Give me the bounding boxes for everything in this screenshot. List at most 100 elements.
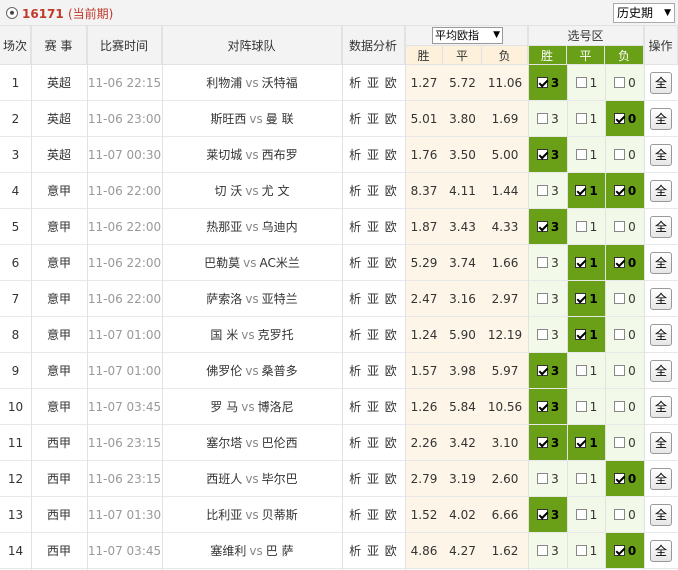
away-team[interactable]: 博洛尼 bbox=[258, 398, 294, 415]
pick-win-option[interactable]: 3 bbox=[528, 245, 567, 280]
pick-win-option[interactable]: 3 bbox=[528, 137, 567, 172]
checkbox[interactable] bbox=[575, 221, 587, 232]
checkbox[interactable] bbox=[575, 401, 587, 412]
checkbox[interactable] bbox=[575, 293, 587, 304]
analysis-links[interactable]: 析 亚 欧 bbox=[342, 533, 405, 568]
away-team[interactable]: 亚特兰 bbox=[262, 290, 298, 307]
checkbox[interactable] bbox=[575, 365, 587, 376]
home-team[interactable]: 利物浦 bbox=[206, 74, 242, 91]
pick-win-option[interactable]: 3 bbox=[528, 101, 567, 136]
select-all-button[interactable]: 全 bbox=[650, 395, 672, 418]
checkbox[interactable] bbox=[614, 401, 626, 412]
select-all-button[interactable]: 全 bbox=[650, 251, 672, 274]
analysis-links[interactable]: 析 亚 欧 bbox=[342, 137, 405, 172]
checkbox[interactable] bbox=[537, 185, 549, 196]
checkbox[interactable] bbox=[614, 293, 626, 304]
away-team[interactable]: 克罗托 bbox=[258, 326, 294, 343]
pick-win-option[interactable]: 3 bbox=[528, 389, 567, 424]
pick-draw-option[interactable]: 1 bbox=[567, 353, 605, 388]
select-all-button[interactable]: 全 bbox=[650, 503, 672, 526]
checkbox[interactable] bbox=[613, 257, 625, 268]
checkbox[interactable] bbox=[614, 365, 626, 376]
checkbox[interactable] bbox=[575, 473, 587, 484]
pick-lose-option[interactable]: 0 bbox=[605, 209, 644, 244]
away-team[interactable]: 沃特福 bbox=[262, 74, 298, 91]
checkbox[interactable] bbox=[537, 293, 549, 304]
checkbox[interactable] bbox=[537, 473, 549, 484]
select-all-button[interactable]: 全 bbox=[650, 107, 672, 130]
pick-win-option[interactable]: 3 bbox=[528, 65, 567, 100]
pick-lose-option[interactable]: 0 bbox=[605, 353, 644, 388]
home-team[interactable]: 切 沃 bbox=[214, 182, 242, 199]
checkbox[interactable] bbox=[575, 257, 587, 268]
home-team[interactable]: 萨索洛 bbox=[206, 290, 242, 307]
checkbox[interactable] bbox=[614, 149, 626, 160]
pick-draw-option[interactable]: 1 bbox=[567, 425, 605, 460]
pick-win-option[interactable]: 3 bbox=[528, 533, 567, 568]
checkbox[interactable] bbox=[614, 509, 626, 520]
checkbox[interactable] bbox=[575, 113, 587, 124]
home-team[interactable]: 国 米 bbox=[210, 326, 238, 343]
pick-win-option[interactable]: 3 bbox=[528, 173, 567, 208]
away-team[interactable]: 贝蒂斯 bbox=[262, 506, 298, 523]
away-team[interactable]: 桑普多 bbox=[262, 362, 298, 379]
checkbox[interactable] bbox=[537, 113, 549, 124]
select-all-button[interactable]: 全 bbox=[650, 323, 672, 346]
pick-draw-option[interactable]: 1 bbox=[567, 497, 605, 532]
away-team[interactable]: 巴 萨 bbox=[266, 542, 294, 559]
checkbox[interactable] bbox=[536, 401, 548, 412]
pick-win-option[interactable]: 3 bbox=[528, 353, 567, 388]
checkbox[interactable] bbox=[614, 437, 626, 448]
checkbox[interactable] bbox=[613, 473, 625, 484]
analysis-links[interactable]: 析 亚 欧 bbox=[342, 245, 405, 280]
analysis-links[interactable]: 析 亚 欧 bbox=[342, 353, 405, 388]
pick-lose-option[interactable]: 0 bbox=[605, 389, 644, 424]
checkbox[interactable] bbox=[575, 329, 587, 340]
pick-lose-option[interactable]: 0 bbox=[605, 317, 644, 352]
pick-lose-option[interactable]: 0 bbox=[605, 461, 644, 496]
pick-win-option[interactable]: 3 bbox=[528, 317, 567, 352]
select-all-button[interactable]: 全 bbox=[650, 431, 672, 454]
pick-draw-option[interactable]: 1 bbox=[567, 245, 605, 280]
checkbox[interactable] bbox=[536, 149, 548, 160]
away-team[interactable]: AC米兰 bbox=[259, 254, 299, 271]
select-all-button[interactable]: 全 bbox=[650, 467, 672, 490]
select-all-button[interactable]: 全 bbox=[650, 539, 672, 562]
checkbox[interactable] bbox=[575, 77, 587, 88]
analysis-links[interactable]: 析 亚 欧 bbox=[342, 317, 405, 352]
home-team[interactable]: 西班人 bbox=[206, 470, 242, 487]
select-all-button[interactable]: 全 bbox=[650, 71, 672, 94]
pick-lose-option[interactable]: 0 bbox=[605, 425, 644, 460]
analysis-links[interactable]: 析 亚 欧 bbox=[342, 497, 405, 532]
history-period-select[interactable]: 历史期 ▼ bbox=[613, 3, 675, 23]
checkbox[interactable] bbox=[575, 437, 587, 448]
pick-lose-option[interactable]: 0 bbox=[605, 101, 644, 136]
checkbox[interactable] bbox=[536, 509, 548, 520]
pick-lose-option[interactable]: 0 bbox=[605, 245, 644, 280]
away-team[interactable]: 乌迪内 bbox=[262, 218, 298, 235]
home-team[interactable]: 罗 马 bbox=[210, 398, 238, 415]
checkbox[interactable] bbox=[536, 77, 548, 88]
checkbox[interactable] bbox=[614, 329, 626, 340]
analysis-links[interactable]: 析 亚 欧 bbox=[342, 173, 405, 208]
checkbox[interactable] bbox=[536, 437, 548, 448]
pick-lose-option[interactable]: 0 bbox=[605, 533, 644, 568]
pick-draw-option[interactable]: 1 bbox=[567, 209, 605, 244]
analysis-links[interactable]: 析 亚 欧 bbox=[342, 461, 405, 496]
select-all-button[interactable]: 全 bbox=[650, 179, 672, 202]
home-team[interactable]: 比利亚 bbox=[206, 506, 242, 523]
pick-win-option[interactable]: 3 bbox=[528, 497, 567, 532]
away-team[interactable]: 尤 文 bbox=[262, 182, 290, 199]
checkbox[interactable] bbox=[537, 545, 549, 556]
away-team[interactable]: 西布罗 bbox=[262, 146, 298, 163]
pick-draw-option[interactable]: 1 bbox=[567, 137, 605, 172]
select-all-button[interactable]: 全 bbox=[650, 287, 672, 310]
pick-lose-option[interactable]: 0 bbox=[605, 497, 644, 532]
home-team[interactable]: 莱切城 bbox=[206, 146, 242, 163]
analysis-links[interactable]: 析 亚 欧 bbox=[342, 101, 405, 136]
pick-lose-option[interactable]: 0 bbox=[605, 173, 644, 208]
checkbox[interactable] bbox=[537, 329, 549, 340]
select-all-button[interactable]: 全 bbox=[650, 215, 672, 238]
home-team[interactable]: 塞尔塔 bbox=[206, 434, 242, 451]
away-team[interactable]: 毕尔巴 bbox=[262, 470, 298, 487]
